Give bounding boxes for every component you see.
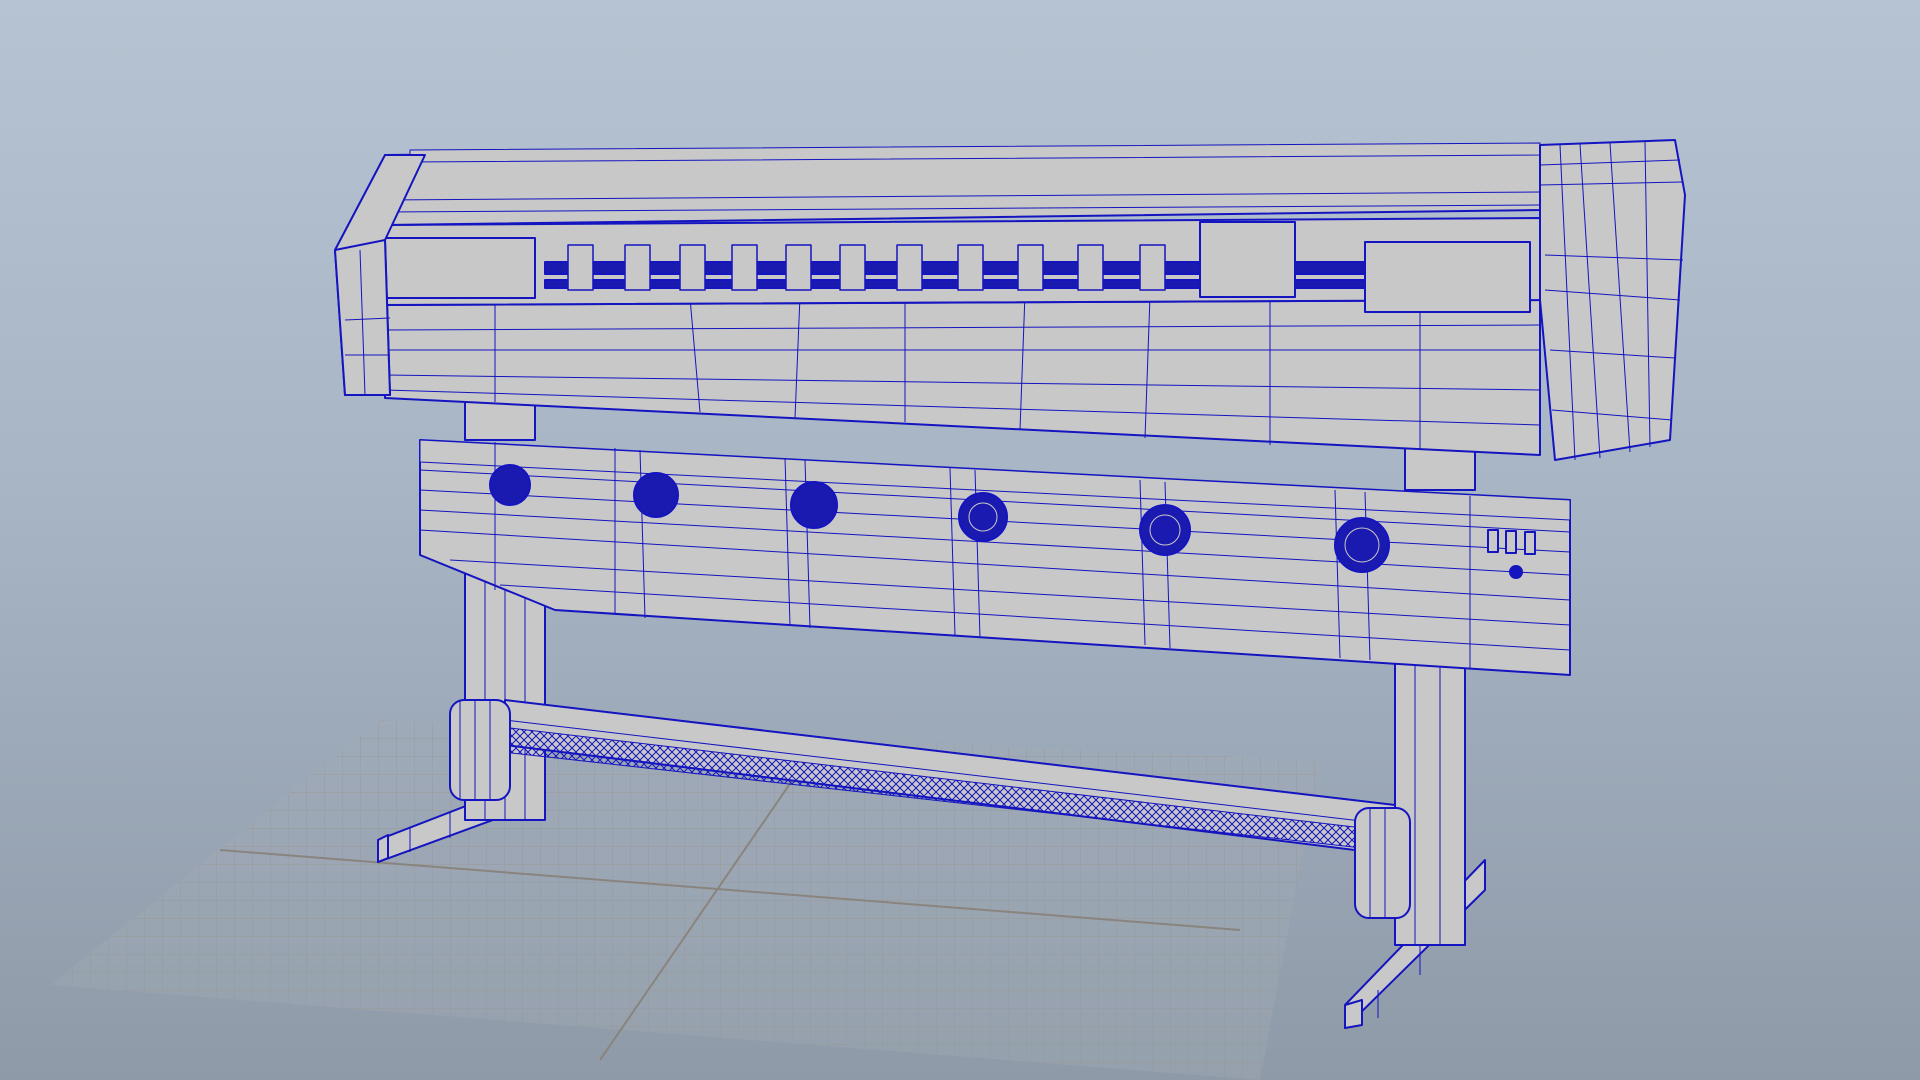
ink-station (1364, 241, 1531, 313)
fan-icon (1139, 504, 1191, 556)
front-panel[interactable] (419, 439, 1571, 676)
print-carriage-cover[interactable] (384, 293, 1541, 456)
fan-icon (633, 472, 679, 518)
left-roller-cap (449, 699, 511, 801)
panel-button[interactable] (1505, 530, 1517, 554)
panel-button[interactable] (1524, 531, 1536, 555)
power-knob-icon[interactable] (1509, 565, 1523, 579)
fan-icon (958, 492, 1008, 542)
fan-icon (489, 464, 531, 506)
3d-viewport[interactable] (0, 0, 1920, 1080)
fan-icon (790, 481, 838, 529)
right-roller-cap (1354, 807, 1411, 919)
left-cap-station (384, 237, 536, 299)
right-end-cap[interactable] (1539, 139, 1686, 461)
print-rail[interactable] (379, 217, 1541, 313)
panel-button[interactable] (1487, 529, 1499, 553)
fan-icon (1334, 517, 1390, 573)
top-lid[interactable] (384, 142, 1541, 226)
carriage-block[interactable] (1199, 221, 1296, 298)
viewport-canvas[interactable] (0, 0, 1920, 1080)
